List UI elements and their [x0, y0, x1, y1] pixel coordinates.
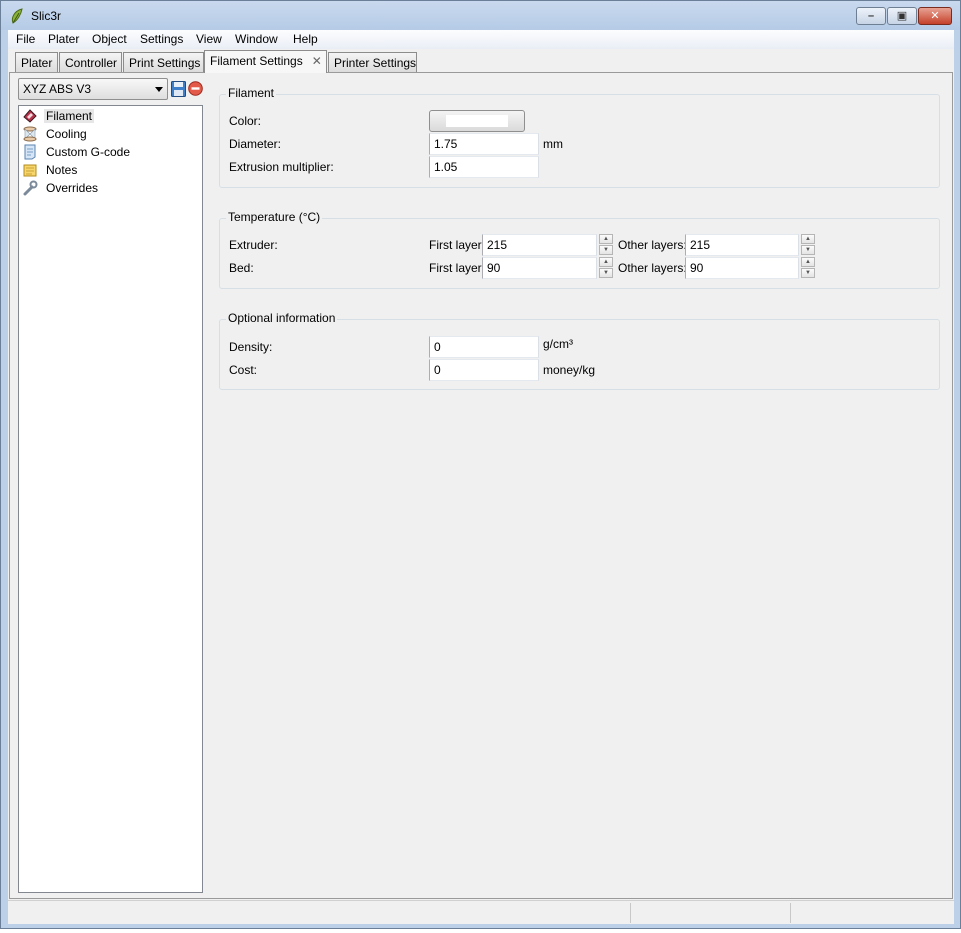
- bed-other-layers-label: Other layers:: [618, 261, 687, 275]
- temperature-group-title: Temperature (°C): [226, 210, 323, 224]
- wrench-icon: [23, 180, 38, 196]
- spin-up-icon[interactable]: ▲: [599, 257, 613, 267]
- spin-down-icon[interactable]: ▼: [801, 245, 815, 255]
- bed-other-layers-input[interactable]: 90: [685, 257, 799, 279]
- client-area: Plater Controller Print Settings Filamen…: [8, 49, 954, 900]
- diameter-input[interactable]: 1.75: [429, 133, 539, 155]
- status-bar: [8, 900, 954, 924]
- filament-spool-icon: [23, 109, 37, 123]
- tab-printer-settings[interactable]: Printer Settings: [328, 52, 417, 72]
- sidebar-item-label: Cooling: [46, 127, 87, 141]
- extruder-first-layer-spinner[interactable]: ▲ ▼: [599, 234, 613, 256]
- preset-selected-value: XYZ ABS V3: [23, 82, 92, 96]
- menu-object[interactable]: Object: [92, 32, 127, 46]
- sidebar-item-label: Filament: [44, 109, 95, 123]
- filament-group: Filament Color: Diameter: 1.75 mm Extrus…: [219, 86, 940, 188]
- extrusion-multiplier-label: Extrusion multiplier:: [229, 160, 334, 174]
- density-unit: g/cm³: [543, 337, 573, 351]
- save-preset-icon[interactable]: [171, 81, 186, 97]
- status-divider: [790, 903, 791, 923]
- menu-help[interactable]: Help: [293, 32, 318, 46]
- menu-window[interactable]: Window: [235, 32, 278, 46]
- extruder-other-layers-label: Other layers:: [618, 238, 687, 252]
- filament-settings-panel: XYZ ABS V3 Filament Cooling Custom G-cod…: [9, 72, 953, 899]
- minimize-button[interactable]: –: [856, 7, 886, 25]
- sidebar-item-label: Overrides: [46, 181, 99, 195]
- note-icon: [23, 164, 37, 177]
- tab-controller[interactable]: Controller: [59, 52, 122, 72]
- bed-first-layer-spinner[interactable]: ▲ ▼: [599, 257, 613, 279]
- delete-preset-icon[interactable]: [188, 81, 203, 96]
- extruder-label: Extruder:: [229, 238, 278, 252]
- spin-up-icon[interactable]: ▲: [801, 257, 815, 267]
- minimize-icon: –: [867, 10, 875, 22]
- spin-down-icon[interactable]: ▼: [599, 268, 613, 278]
- sidebar-item-label: Custom G-code: [46, 145, 131, 159]
- spin-up-icon[interactable]: ▲: [801, 234, 815, 244]
- color-picker-button[interactable]: [429, 110, 525, 132]
- menu-bar: File Plater Object Settings View Window …: [8, 30, 954, 49]
- bed-other-layers-spinner[interactable]: ▲ ▼: [801, 257, 815, 279]
- tab-plater[interactable]: Plater: [15, 52, 58, 72]
- menu-view[interactable]: View: [196, 32, 222, 46]
- cost-input[interactable]: 0: [429, 359, 539, 381]
- optional-information-group: Optional information Density: 0 g/cm³ Co…: [219, 311, 940, 390]
- diameter-label: Diameter:: [229, 137, 282, 151]
- color-label: Color:: [229, 114, 262, 128]
- tab-filament-settings-label: Filament Settings: [210, 54, 303, 68]
- spin-down-icon[interactable]: ▼: [599, 245, 613, 255]
- extruder-first-layer-input[interactable]: 215: [482, 234, 597, 256]
- close-window-button[interactable]: ✕: [918, 7, 952, 25]
- extruder-first-layer-label: First layer:: [429, 238, 486, 252]
- close-icon: ✕: [930, 10, 940, 22]
- filament-group-title: Filament: [226, 86, 277, 100]
- settings-category-tree: Filament Cooling Custom G-code Notes Ove…: [18, 105, 203, 893]
- bed-label: Bed:: [229, 261, 254, 275]
- spin-up-icon[interactable]: ▲: [599, 234, 613, 244]
- temperature-group: Temperature (°C) Extruder: First layer: …: [219, 210, 940, 289]
- status-divider: [630, 903, 631, 923]
- spin-down-icon[interactable]: ▼: [801, 268, 815, 278]
- density-input[interactable]: 0: [429, 336, 539, 358]
- optional-information-group-title: Optional information: [226, 311, 338, 325]
- tab-close-icon[interactable]: ✕: [312, 54, 322, 68]
- menu-plater[interactable]: Plater: [48, 32, 79, 46]
- hourglass-icon: [23, 126, 37, 142]
- restore-icon: ▣: [896, 10, 908, 22]
- density-label: Density:: [229, 340, 273, 354]
- cost-unit: money/kg: [543, 363, 596, 377]
- window-title: Slic3r: [31, 9, 62, 23]
- extruder-other-layers-spinner[interactable]: ▲ ▼: [801, 234, 815, 256]
- tab-print-settings[interactable]: Print Settings: [123, 52, 204, 72]
- app-window: Slic3r – ▣ ✕ File Plater Object Settings…: [0, 0, 961, 929]
- script-icon: [24, 144, 36, 160]
- slic3r-logo-icon: [11, 8, 23, 24]
- bed-first-layer-input[interactable]: 90: [482, 257, 597, 279]
- cost-label: Cost:: [229, 363, 258, 377]
- bed-first-layer-label: First layer:: [429, 261, 486, 275]
- title-bar[interactable]: Slic3r – ▣ ✕: [1, 1, 960, 30]
- chevron-down-icon: [155, 87, 163, 92]
- sidebar-item-label: Notes: [46, 163, 78, 177]
- preset-dropdown[interactable]: XYZ ABS V3: [18, 78, 168, 100]
- menu-settings[interactable]: Settings: [140, 32, 183, 46]
- maximize-button[interactable]: ▣: [887, 7, 917, 25]
- color-swatch: [446, 115, 508, 127]
- diameter-unit: mm: [543, 137, 563, 151]
- menu-file[interactable]: File: [16, 32, 35, 46]
- tab-filament-settings[interactable]: Filament Settings ✕: [204, 50, 327, 73]
- extruder-other-layers-input[interactable]: 215: [685, 234, 799, 256]
- extrusion-multiplier-input[interactable]: 1.05: [429, 156, 539, 178]
